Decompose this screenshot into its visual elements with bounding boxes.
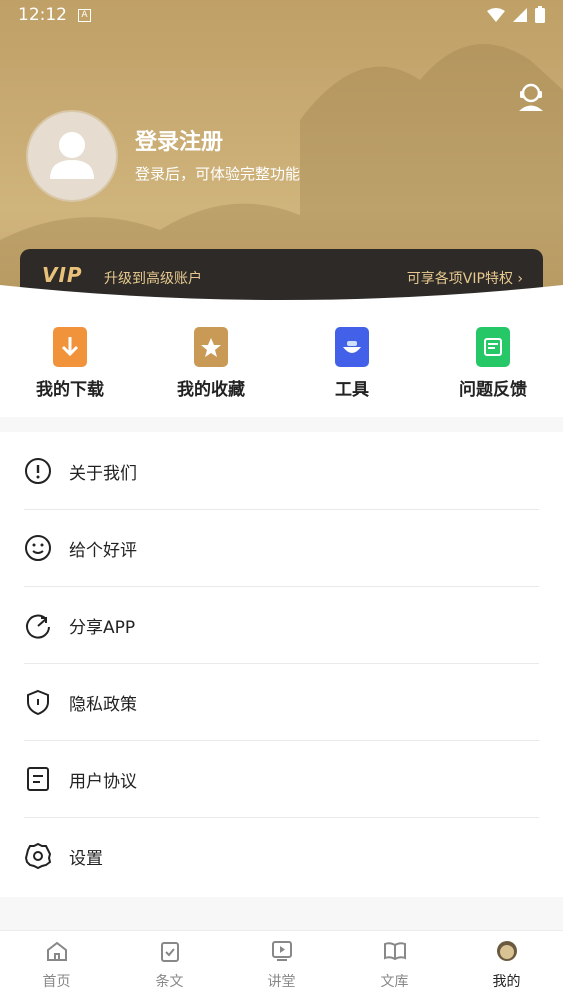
menu-item-share[interactable]: 分享APP	[24, 586, 539, 664]
quick-action-feedback[interactable]: 问题反馈	[433, 327, 553, 400]
profile-icon	[496, 941, 517, 961]
shield-icon	[27, 689, 49, 716]
menu-item-label: 分享APP	[69, 618, 136, 638]
tab-label: 我的	[492, 974, 521, 990]
play-icon	[271, 941, 292, 961]
quick-actions: 我的下载 我的收藏 工具 问题反馈	[0, 305, 563, 417]
tab-mine[interactable]: 我的	[450, 939, 563, 991]
signal-icon	[513, 7, 527, 22]
clipboard-icon	[160, 942, 179, 962]
tab-library[interactable]: 文库	[338, 939, 451, 991]
tab-articles[interactable]: 条文	[113, 939, 226, 991]
tab-lectures[interactable]: 讲堂	[225, 939, 338, 991]
menu-item-label: 给个好评	[69, 541, 137, 561]
menu-item-label: 关于我们	[69, 464, 137, 484]
quick-action-label: 我的下载	[36, 380, 104, 400]
document-icon	[27, 767, 49, 791]
book-icon	[383, 942, 406, 961]
status-bar: 12:12 A	[0, 0, 563, 32]
info-icon	[25, 458, 51, 484]
quick-action-tools[interactable]: 工具	[292, 327, 412, 400]
quick-action-label: 工具	[335, 380, 369, 400]
avatar-placeholder-icon	[50, 132, 94, 179]
battery-icon	[535, 6, 545, 23]
settings-menu: 关于我们 给个好评 分享APP 隐私政策 用户协议 设置	[0, 432, 563, 897]
menu-item-label: 设置	[69, 849, 103, 869]
bottom-tab-bar: 首页 条文 讲堂 文库 我的	[0, 930, 563, 1001]
download-icon	[53, 327, 87, 367]
customer-service-icon[interactable]	[515, 80, 547, 112]
menu-item-privacy[interactable]: 隐私政策	[24, 663, 539, 741]
tab-home[interactable]: 首页	[0, 939, 113, 991]
menu-item-label: 用户协议	[69, 772, 137, 792]
gear-icon	[24, 842, 52, 870]
login-register-title[interactable]: 登录注册	[135, 124, 223, 156]
quick-action-label: 问题反馈	[459, 380, 527, 400]
tab-label: 条文	[155, 974, 184, 990]
tab-label: 首页	[42, 974, 71, 990]
tab-label: 讲堂	[267, 974, 296, 990]
menu-item-settings[interactable]: 设置	[24, 817, 539, 894]
menu-item-agreement[interactable]: 用户协议	[24, 740, 539, 818]
smile-icon	[25, 535, 51, 561]
quick-action-label: 我的收藏	[177, 380, 245, 400]
notification-icon: A	[78, 9, 91, 22]
avatar[interactable]	[26, 110, 118, 202]
vip-logo: VIP	[42, 263, 83, 287]
wifi-icon	[487, 7, 505, 22]
quick-action-favorites[interactable]: 我的收藏	[151, 327, 271, 400]
status-time: 12:12	[18, 5, 67, 25]
login-subtitle: 登录后，可体验完整功能	[135, 165, 301, 183]
quick-action-downloads[interactable]: 我的下载	[10, 327, 130, 400]
home-icon	[46, 941, 67, 961]
star-icon	[194, 327, 228, 367]
tools-icon	[335, 327, 369, 367]
menu-item-label: 隐私政策	[69, 695, 137, 715]
share-icon	[26, 614, 50, 639]
menu-item-about[interactable]: 关于我们	[24, 432, 539, 510]
profile-header: 12:12 A 登录注册 登录后，可体验完整功能 VIP 升级到高级账户 可享各…	[0, 0, 563, 300]
tab-label: 文库	[380, 974, 409, 990]
menu-item-rate[interactable]: 给个好评	[24, 509, 539, 587]
feedback-icon	[476, 327, 510, 367]
